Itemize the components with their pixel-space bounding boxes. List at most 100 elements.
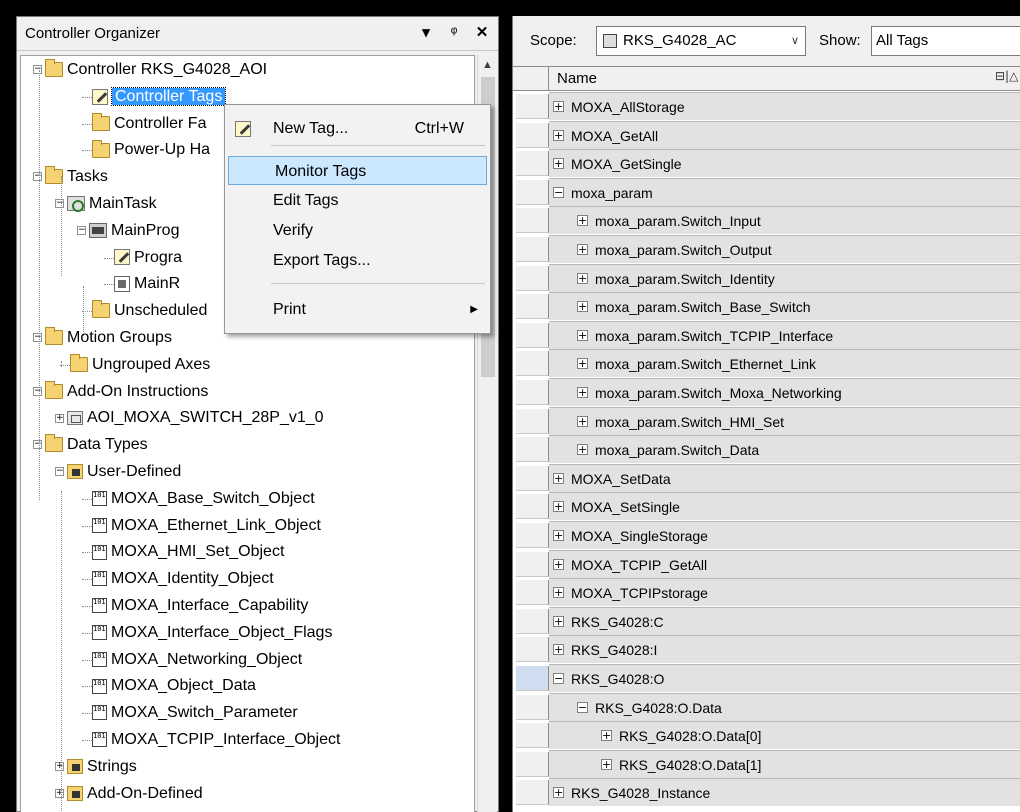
tree-item[interactable]: MOXA_Identity_Object [82,566,274,592]
collapse-icon[interactable]: − [77,226,86,236]
tree-item[interactable]: − User-Defined [55,459,181,485]
tag-name-cell[interactable]: + MOXA_TCPIP_GetAll [549,549,1020,579]
expand-icon[interactable]: + [553,558,564,570]
tree-item[interactable]: MOXA_Base_Switch_Object [82,486,315,512]
tag-name-cell[interactable]: + MOXA_SingleStorage [549,521,1020,550]
collapse-icon[interactable]: − [55,199,64,209]
expand-icon[interactable]: + [553,615,564,627]
row-header[interactable] [516,437,549,463]
row-header[interactable] [516,580,549,606]
tag-name-cell[interactable]: + moxa_param.Switch_Input [549,206,1020,236]
tree-item[interactable]: Power-Up Ha [82,137,210,163]
tag-row[interactable]: + MOXA_SetSingle [513,492,1020,522]
expand-icon[interactable]: + [577,301,588,313]
expand-icon[interactable]: + [55,788,64,798]
expand-icon[interactable]: + [553,501,564,513]
collapse-icon[interactable]: − [33,172,42,182]
tree-item[interactable]: MOXA_Networking_Object [82,647,302,673]
collapse-icon[interactable]: − [553,186,564,198]
expand-icon[interactable]: + [553,787,564,799]
tag-name-cell[interactable]: + moxa_param.Switch_Ethernet_Link [549,349,1020,379]
tag-name-cell[interactable]: + RKS_G4028:O.Data[0] [549,721,1020,751]
tag-name-cell[interactable]: + moxa_param.Switch_TCPIP_Interface [549,320,1020,350]
tag-row[interactable]: + moxa_param.Switch_Ethernet_Link [513,349,1020,379]
tag-row[interactable]: + moxa_param.Switch_TCPIP_Interface [513,320,1020,350]
expand-icon[interactable]: + [553,644,564,656]
chevron-down-icon[interactable]: ∨ [791,27,799,55]
scope-select[interactable]: RKS_G4028_AC ∨ [596,26,806,56]
collapse-icon[interactable]: − [33,333,42,343]
row-header[interactable] [516,751,549,777]
tag-name-cell[interactable]: + MOXA_SetSingle [549,492,1020,522]
tag-name-cell[interactable]: − RKS_G4028:O.Data [549,692,1020,722]
menu-item-new-tag[interactable]: New Tag... Ctrl+W [227,114,488,143]
tag-name-cell[interactable]: + MOXA_AllStorage [549,92,1020,121]
tag-name-cell[interactable]: − RKS_G4028:O [549,664,1020,693]
tag-name-cell[interactable]: + RKS_G4028:O.Data[1] [549,749,1020,779]
row-header[interactable] [516,151,549,177]
tree-item[interactable]: − Motion Groups [33,325,172,351]
menu-item-export-tags[interactable]: Export Tags... [227,246,488,275]
tree-item[interactable]: − MainProg [77,218,179,244]
row-header[interactable] [516,637,549,663]
row-header[interactable] [516,780,549,806]
expand-icon[interactable]: + [577,244,588,255]
row-header[interactable] [516,694,549,720]
tree-item[interactable]: Progra [104,245,182,271]
tree-item[interactable]: MainR [104,271,180,297]
tag-name-cell[interactable]: + RKS_G4028_Instance [549,778,1020,808]
tag-name-cell[interactable]: + moxa_param.Switch_Identity [549,263,1020,293]
expand-icon[interactable]: + [577,272,588,284]
tag-row[interactable]: + MOXA_AllStorage [513,92,1020,121]
tag-name-cell[interactable]: + MOXA_SetData [549,463,1020,493]
row-header[interactable] [516,523,549,548]
tag-name-cell[interactable]: + MOXA_GetSingle [549,149,1020,179]
collapse-icon[interactable]: − [33,440,42,450]
tag-row[interactable]: + MOXA_GetAll [513,120,1020,150]
row-header[interactable] [516,465,549,491]
tag-row[interactable]: + moxa_param.Switch_Output [513,235,1020,264]
scroll-up-icon[interactable]: ▲ [482,59,493,71]
tree-item[interactable]: − MainTask [55,191,157,217]
expand-icon[interactable]: + [553,129,564,141]
expand-icon[interactable]: + [577,415,588,427]
tag-row[interactable]: + MOXA_SingleStorage [513,521,1020,550]
expand-icon[interactable]: + [553,101,564,112]
tag-row[interactable]: + moxa_param.Switch_Data [513,435,1020,465]
tag-row[interactable]: + RKS_G4028:O.Data[1] [513,749,1020,779]
menu-item-edit-tags[interactable]: Edit Tags [227,186,488,215]
tree-item[interactable]: − Add-On Instructions [33,379,208,405]
collapse-icon[interactable]: − [577,701,588,713]
tree-item[interactable]: + AOI_MOXA_SWITCH_28P_v1_0 [55,405,324,431]
row-header[interactable] [516,408,549,434]
expand-icon[interactable]: + [577,444,588,456]
tag-row[interactable]: − RKS_G4028:O.Data [513,692,1020,722]
tree-item[interactable]: Ungrouped Axes [60,352,210,378]
tree-item[interactable]: + Strings [55,754,137,780]
column-options-icon[interactable]: ⊟|△ [995,69,1018,83]
collapse-icon[interactable]: − [33,386,42,396]
expand-icon[interactable]: + [577,387,588,398]
tree-item[interactable]: Unscheduled [82,298,207,324]
row-header[interactable] [516,294,549,320]
collapse-icon[interactable]: − [55,467,64,477]
tree-item[interactable]: MOXA_Ethernet_Link_Object [82,513,321,539]
tag-row[interactable]: + MOXA_TCPIPstorage [513,578,1020,608]
row-header[interactable] [516,122,549,148]
tree-item[interactable]: MOXA_Switch_Parameter [82,700,298,726]
row-header[interactable] [516,666,549,691]
row-header[interactable] [516,380,549,405]
tag-name-cell[interactable]: + MOXA_TCPIPstorage [549,578,1020,608]
tag-name-cell[interactable]: + MOXA_GetAll [549,120,1020,150]
tree-item[interactable]: MOXA_HMI_Set_Object [82,539,284,565]
row-header[interactable] [516,237,549,262]
expand-icon[interactable]: + [553,530,564,541]
tag-row[interactable]: + MOXA_TCPIP_GetAll [513,549,1020,579]
tree-item[interactable]: − Controller RKS_G4028_AOI [33,57,267,83]
tag-row[interactable]: + moxa_param.Switch_Identity [513,263,1020,293]
tag-row[interactable]: + moxa_param.Switch_Moxa_Networking [513,378,1020,407]
collapse-icon[interactable]: − [33,65,42,75]
expand-icon[interactable]: + [55,762,64,772]
tree-item[interactable]: + Add-On-Defined [55,781,203,807]
tag-row[interactable]: + RKS_G4028:I [513,635,1020,665]
